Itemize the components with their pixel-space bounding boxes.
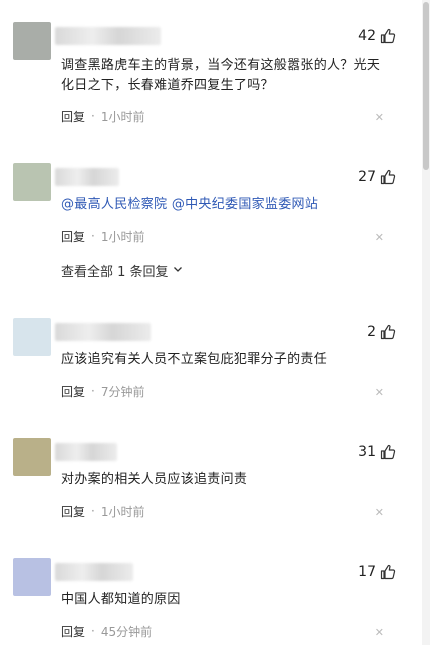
scrollbar-thumb[interactable] (423, 2, 429, 170)
reply-button[interactable]: 回复 (61, 228, 85, 245)
like-button[interactable]: 31 (358, 444, 396, 460)
avatar[interactable] (13, 22, 51, 60)
like-button[interactable]: 17 (358, 564, 396, 580)
view-all-replies-button[interactable]: 查看全部 1 条回复 (61, 261, 183, 280)
timestamp: 1小时前 (100, 229, 145, 244)
avatar[interactable] (13, 318, 51, 356)
reply-button[interactable]: 回复 (61, 623, 85, 640)
close-icon[interactable]: ✕ (375, 112, 384, 124)
thumbs-up-icon (380, 444, 396, 460)
timestamp: 1小时前 (100, 504, 145, 519)
comment-meta: 回复 · 1小时前 (61, 502, 144, 520)
comment-mention-links[interactable]: @最高人民检察院 @中央纪委国家监委网站 (61, 195, 391, 215)
separator: · (91, 109, 95, 123)
username-redacted (55, 563, 133, 581)
like-count: 17 (358, 564, 376, 580)
like-button[interactable]: 2 (367, 324, 396, 340)
like-count: 31 (358, 444, 376, 460)
reply-button[interactable]: 回复 (61, 383, 85, 400)
separator: · (91, 229, 95, 243)
like-button[interactable]: 42 (358, 28, 396, 44)
avatar[interactable] (13, 438, 51, 476)
comment-meta: 回复 · 7分钟前 (61, 382, 144, 400)
close-icon[interactable]: ✕ (375, 387, 384, 399)
comment-meta: 回复 · 1小时前 (61, 107, 144, 125)
timestamp: 7分钟前 (100, 384, 145, 399)
separator: · (91, 504, 95, 518)
view-all-replies-label: 查看全部 1 条回复 (61, 265, 169, 280)
avatar[interactable] (13, 163, 51, 201)
username-redacted (55, 323, 151, 341)
reply-button[interactable]: 回复 (61, 503, 85, 520)
scrollbar-track[interactable] (422, 0, 430, 645)
username-redacted (55, 168, 119, 186)
like-button[interactable]: 27 (358, 169, 396, 185)
close-icon[interactable]: ✕ (375, 232, 384, 244)
reply-button[interactable]: 回复 (61, 108, 85, 125)
like-count: 2 (367, 324, 376, 340)
comment-text: 中国人都知道的原因 (61, 592, 181, 607)
close-icon[interactable]: ✕ (375, 627, 384, 639)
timestamp: 45分钟前 (100, 624, 153, 639)
thumbs-up-icon (380, 324, 396, 340)
like-count: 42 (358, 28, 376, 44)
separator: · (91, 384, 95, 398)
comment-text: 对办案的相关人员应该追责问责 (61, 472, 248, 487)
comment-feed: 42 调查黑路虎车主的背景，当今还有这般嚣张的人？光天化日之下，长春难道乔四复生… (0, 0, 430, 645)
timestamp: 1小时前 (100, 109, 145, 124)
username-redacted (55, 443, 117, 461)
separator: · (91, 624, 95, 638)
avatar[interactable] (13, 558, 51, 596)
close-icon[interactable]: ✕ (375, 507, 384, 519)
thumbs-up-icon (380, 28, 396, 44)
like-count: 27 (358, 169, 376, 185)
comment-meta: 回复 · 45分钟前 (61, 622, 152, 640)
comment-text: 应该追究有关人员不立案包庇犯罪分子的责任 (61, 352, 328, 367)
chevron-down-icon (173, 263, 183, 278)
comment-text: 调查黑路虎车主的背景，当今还有这般嚣张的人？光天化日之下，长春难道乔四复生了吗？ (61, 58, 381, 93)
comment-meta: 回复 · 1小时前 (61, 227, 144, 245)
thumbs-up-icon (380, 564, 396, 580)
username-redacted (55, 27, 161, 45)
thumbs-up-icon (380, 169, 396, 185)
